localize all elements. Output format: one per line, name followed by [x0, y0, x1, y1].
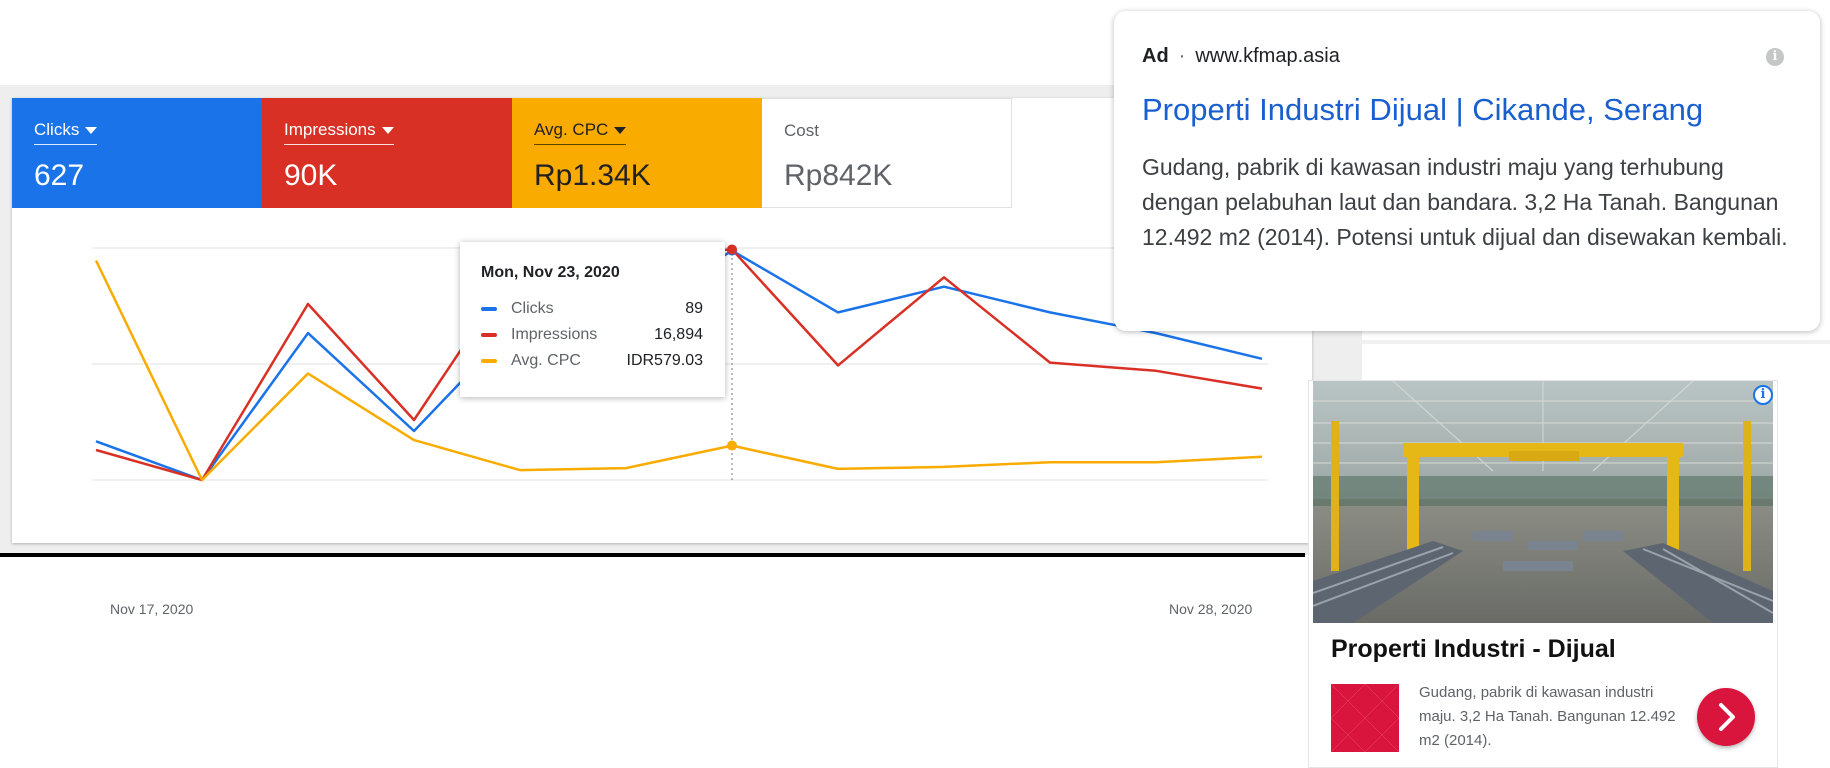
warehouse-interior-photo[interactable] [1313, 381, 1773, 623]
tooltip-date: Mon, Nov 23, 2020 [481, 264, 620, 281]
tooltip-row-impressions: Impressions 16,894 [481, 322, 703, 348]
tooltip-row-clicks: Clicks 89 [481, 296, 703, 322]
adchoices-info-icon[interactable]: i [1753, 385, 1773, 405]
legend-swatch-clicks [481, 307, 497, 311]
x-axis-start-label: Nov 17, 2020 [110, 601, 194, 617]
hover-point-impressions [727, 244, 737, 255]
legend-swatch-avg-cpc [481, 359, 497, 363]
next-arrow-button[interactable] [1697, 688, 1755, 746]
ad-badge: Ad [1142, 45, 1169, 67]
ad-headline-link[interactable]: Properti Industri Dijual | Cikande, Sera… [1142, 92, 1790, 128]
display-ad-title[interactable]: Properti Industri - Dijual [1331, 635, 1616, 664]
chart-hover [727, 244, 737, 480]
tooltip-row-avg-cpc: Avg. CPC IDR579.03 [481, 348, 703, 374]
warehouse-image [1313, 381, 1773, 623]
ad-description: Gudang, pabrik di kawasan industri maju … [1142, 154, 1788, 250]
legend-swatch-impressions [481, 333, 497, 337]
divider [0, 553, 1305, 557]
red-diamond-logo-icon [1331, 684, 1399, 752]
search-ad-card[interactable]: Ad · www.kfmap.asia i Properti Industri … [1114, 11, 1820, 331]
display-ad-description: Gudang, pabrik di kawasan industri maju.… [1419, 684, 1676, 749]
background-strip [1362, 340, 1830, 344]
x-axis-end-label: Nov 28, 2020 [1169, 601, 1253, 617]
ad-display-url[interactable]: www.kfmap.asia [1195, 45, 1340, 68]
chevron-right-icon [1719, 703, 1735, 731]
hover-point-avg-cpc [727, 440, 737, 451]
chart-tooltip: Mon, Nov 23, 2020 Clicks 89 Impressions … [460, 242, 725, 397]
info-icon[interactable]: i [1766, 48, 1784, 66]
ad-header: Ad · www.kfmap.asia [1142, 45, 1790, 68]
display-ad-card[interactable]: i Properti Industri - Dijual Gudang, pab… [1308, 380, 1778, 768]
ad-separator: · [1178, 45, 1186, 67]
